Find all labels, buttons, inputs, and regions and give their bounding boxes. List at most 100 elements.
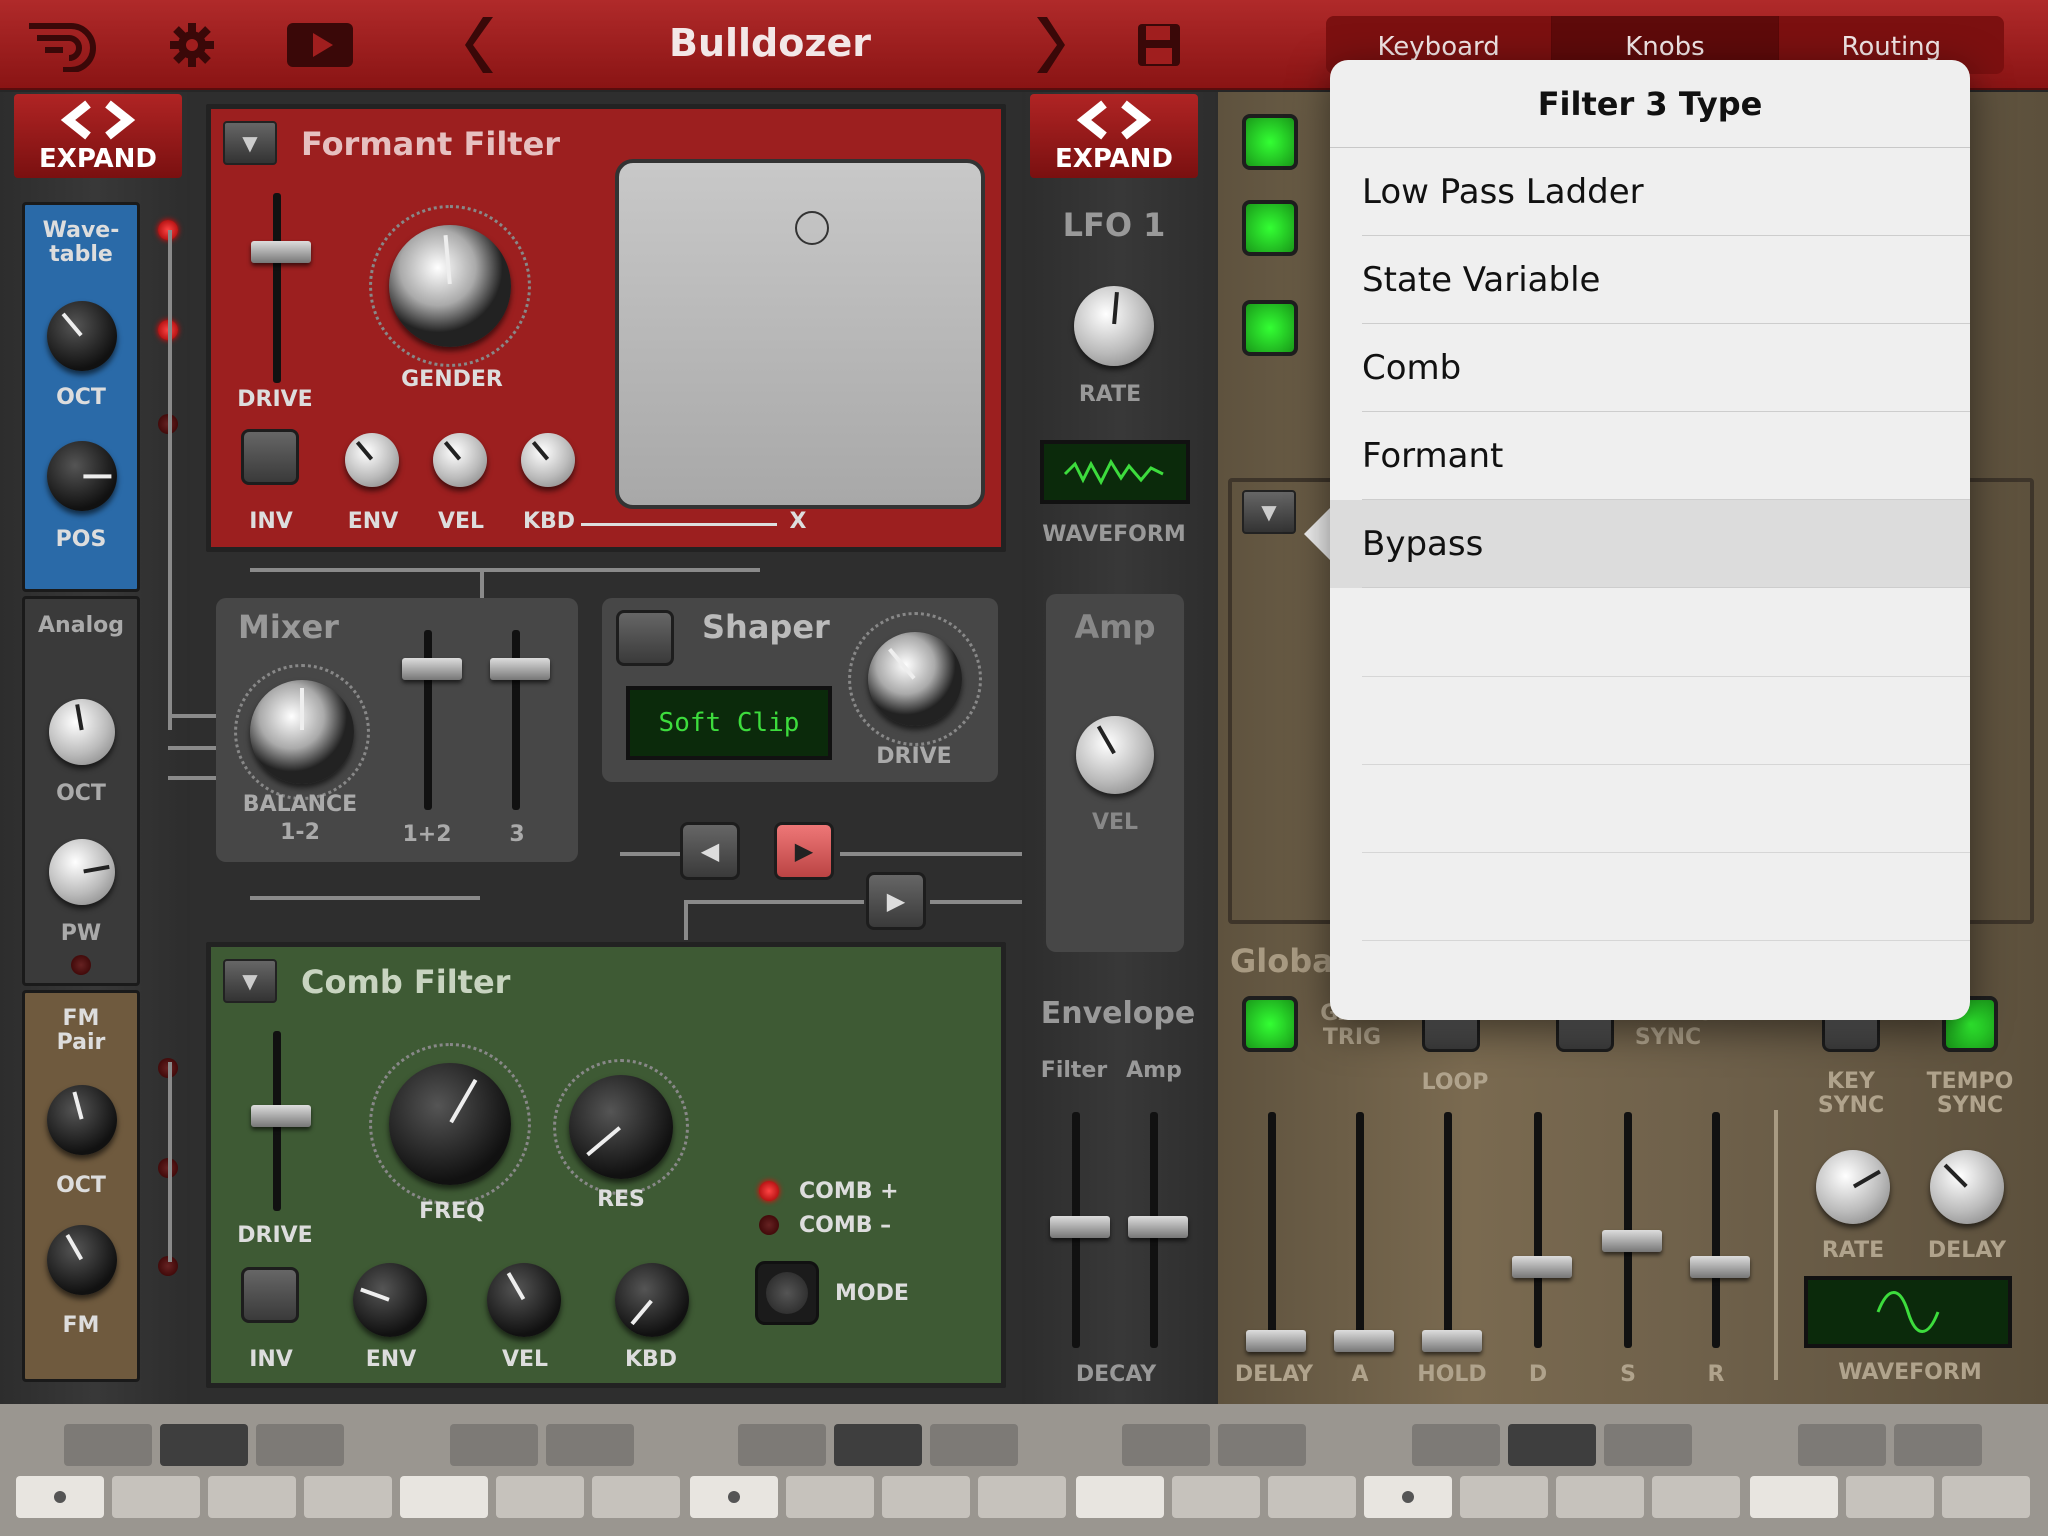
pad[interactable]	[112, 1476, 200, 1518]
comb-inv-button[interactable]	[241, 1267, 299, 1323]
key-c-marker[interactable]	[690, 1476, 778, 1518]
analog-oct-knob[interactable]	[49, 699, 115, 765]
comb-drive-handle[interactable]	[251, 1105, 311, 1127]
pad[interactable]	[834, 1424, 922, 1466]
comb-plus-led[interactable]	[759, 1181, 779, 1201]
formant-drive-handle[interactable]	[251, 241, 311, 263]
pad[interactable]	[1412, 1424, 1500, 1466]
formant-vel-knob[interactable]	[433, 433, 487, 487]
pad[interactable]	[64, 1424, 152, 1466]
env-release-handle[interactable]	[1690, 1256, 1750, 1278]
analog-pw-knob[interactable]	[49, 839, 115, 905]
balance-knob[interactable]	[250, 680, 354, 784]
right-toggle-3[interactable]	[1242, 300, 1298, 356]
pad[interactable]	[592, 1476, 680, 1518]
pad[interactable]	[1122, 1424, 1210, 1466]
right-toggle-1[interactable]	[1242, 114, 1298, 170]
wavetable-oct-knob[interactable]	[47, 301, 117, 371]
pad[interactable]	[786, 1476, 874, 1518]
pad[interactable]	[546, 1424, 634, 1466]
option-state-variable[interactable]: State Variable	[1330, 236, 1970, 324]
pad[interactable]	[160, 1424, 248, 1466]
pad[interactable]	[1652, 1476, 1740, 1518]
mixer-3-handle[interactable]	[490, 658, 550, 680]
lfo1-waveform-display[interactable]	[1040, 440, 1190, 504]
route-left-button[interactable]: ◀	[680, 822, 740, 880]
key-c-marker[interactable]	[1364, 1476, 1452, 1518]
prev-preset-icon[interactable]	[460, 14, 500, 76]
formant-xy-pad[interactable]	[615, 159, 985, 509]
env-attack-slider[interactable]	[1356, 1112, 1364, 1348]
right-toggle-2[interactable]	[1242, 200, 1298, 256]
save-icon[interactable]	[1132, 14, 1186, 76]
comb-vel-knob[interactable]	[487, 1263, 561, 1337]
env-decay-slider[interactable]	[1534, 1112, 1542, 1348]
play-icon[interactable]	[286, 14, 354, 76]
pad[interactable]	[496, 1476, 584, 1518]
env-hold-handle[interactable]	[1422, 1330, 1482, 1352]
preset-name[interactable]: Bulldozer	[560, 0, 980, 86]
comb-res-knob[interactable]	[569, 1075, 673, 1179]
global-waveform-display[interactable]	[1804, 1276, 2012, 1348]
comb-freq-knob[interactable]	[389, 1063, 511, 1185]
pad[interactable]	[400, 1476, 488, 1518]
pad[interactable]	[1268, 1476, 1356, 1518]
env-decay-handle[interactable]	[1512, 1256, 1572, 1278]
pad[interactable]	[208, 1476, 296, 1518]
pad[interactable]	[304, 1476, 392, 1518]
pad[interactable]	[1076, 1476, 1164, 1518]
next-preset-icon[interactable]	[1030, 14, 1070, 76]
expand-button-mod[interactable]: EXPAND	[1030, 94, 1198, 178]
pad[interactable]	[1846, 1476, 1934, 1518]
gender-knob[interactable]	[389, 225, 511, 347]
pad[interactable]	[1556, 1476, 1644, 1518]
mixer-3-slider[interactable]	[512, 630, 520, 810]
pad[interactable]	[256, 1424, 344, 1466]
option-low-pass-ladder[interactable]: Low Pass Ladder	[1330, 148, 1970, 236]
xy-pad-cursor[interactable]	[795, 211, 829, 245]
env-delay-slider[interactable]	[1268, 1112, 1276, 1348]
logo-icon[interactable]	[20, 14, 110, 76]
env-sustain-handle[interactable]	[1602, 1230, 1662, 1252]
formant-type-dropdown[interactable]: ▼	[223, 121, 277, 165]
formant-kbd-knob[interactable]	[521, 433, 575, 487]
pad[interactable]	[1172, 1476, 1260, 1518]
expand-button-left[interactable]: EXPAND	[14, 94, 182, 178]
lfo1-rate-knob[interactable]	[1074, 286, 1154, 366]
pad[interactable]	[1460, 1476, 1548, 1518]
env-release-slider[interactable]	[1712, 1112, 1720, 1348]
mixer-1-2-slider[interactable]	[424, 630, 432, 810]
env-hold-slider[interactable]	[1444, 1112, 1452, 1348]
amp-decay-handle[interactable]	[1128, 1216, 1188, 1238]
fm-oct-knob[interactable]	[47, 1085, 117, 1155]
pad[interactable]	[738, 1424, 826, 1466]
pad[interactable]	[882, 1476, 970, 1518]
shaper-mode-display[interactable]: Soft Clip	[626, 686, 832, 760]
shaper-drive-knob[interactable]	[868, 632, 962, 726]
pad[interactable]	[1604, 1424, 1692, 1466]
global-delay-knob[interactable]	[1930, 1150, 2004, 1224]
formant-env-knob[interactable]	[345, 433, 399, 487]
route-right-button-active[interactable]: ▶	[774, 822, 834, 880]
comb-env-knob[interactable]	[353, 1263, 427, 1337]
gear-icon[interactable]	[162, 14, 222, 76]
formant-drive-slider[interactable]	[273, 193, 281, 383]
option-comb[interactable]: Comb	[1330, 324, 1970, 412]
comb-type-dropdown[interactable]: ▼	[223, 959, 277, 1003]
gate-trig-toggle[interactable]	[1242, 996, 1298, 1052]
amp-vel-knob[interactable]	[1076, 716, 1154, 794]
comb-mode-button[interactable]	[755, 1261, 819, 1325]
pad[interactable]	[978, 1476, 1066, 1518]
route-output-button[interactable]: ▶	[866, 872, 926, 930]
pad[interactable]	[1894, 1424, 1982, 1466]
filter3-type-dropdown[interactable]: ▼	[1242, 490, 1296, 534]
env-attack-handle[interactable]	[1334, 1330, 1394, 1352]
pad[interactable]	[1508, 1424, 1596, 1466]
global-rate-knob[interactable]	[1816, 1150, 1890, 1224]
pad[interactable]	[1750, 1476, 1838, 1518]
mixer-1-2-handle[interactable]	[402, 658, 462, 680]
filter-decay-handle[interactable]	[1050, 1216, 1110, 1238]
pad[interactable]	[450, 1424, 538, 1466]
pad[interactable]	[1798, 1424, 1886, 1466]
key-c-marker[interactable]	[16, 1476, 104, 1518]
